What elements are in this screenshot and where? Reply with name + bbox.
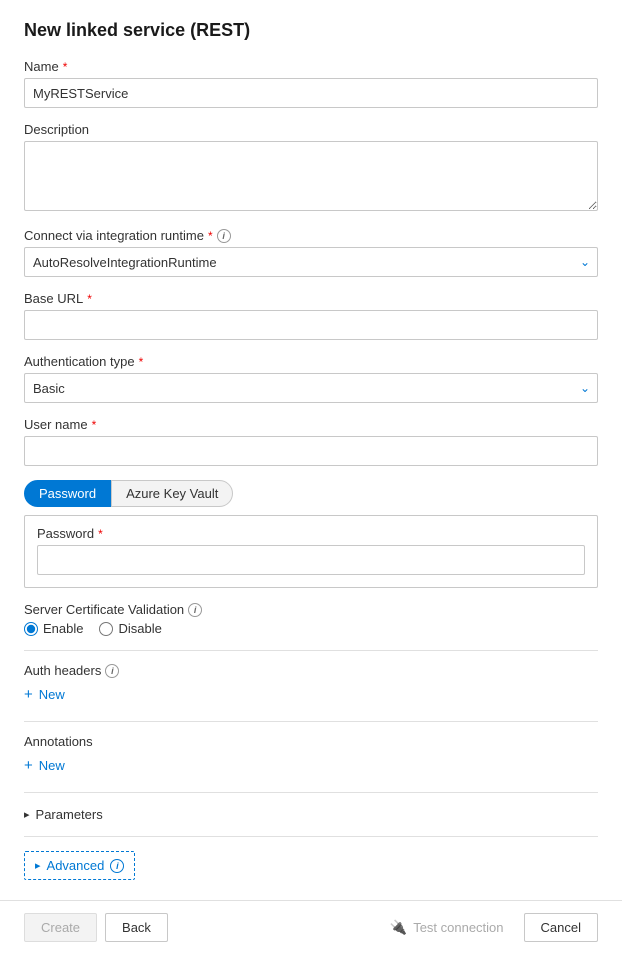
cancel-button[interactable]: Cancel (524, 913, 598, 942)
base-url-group: Base URL * (24, 291, 598, 340)
password-section: Password * (24, 515, 598, 588)
auth-type-label: Authentication type * (24, 354, 598, 369)
username-input[interactable] (24, 436, 598, 466)
integration-runtime-group: Connect via integration runtime * i Auto… (24, 228, 598, 277)
disable-radio-item[interactable]: Disable (99, 621, 161, 636)
annotations-new-button[interactable]: + New (24, 753, 65, 778)
auth-type-group: Authentication type * Basic Anonymous Cl… (24, 354, 598, 403)
username-required-star: * (92, 418, 97, 432)
base-url-label: Base URL * (24, 291, 598, 306)
parameters-section: ▸ Parameters (24, 792, 598, 826)
auth-type-select-wrapper: Basic Anonymous Client Certificate Manag… (24, 373, 598, 403)
password-tab-group: Password Azure Key Vault Password * (24, 480, 598, 588)
disable-radio-label: Disable (118, 621, 161, 636)
auth-headers-info-icon[interactable]: i (105, 664, 119, 678)
auth-type-required-star: * (139, 355, 144, 369)
auth-headers-plus-icon: + (24, 686, 33, 703)
base-url-input[interactable] (24, 310, 598, 340)
ir-select[interactable]: AutoResolveIntegrationRuntime (24, 247, 598, 277)
parameters-header[interactable]: ▸ Parameters (24, 803, 598, 826)
server-cert-label: Server Certificate Validation i (24, 602, 598, 617)
name-group: Name * (24, 59, 598, 108)
password-required-star: * (98, 527, 103, 541)
ir-required-star: * (208, 229, 213, 243)
description-label: Description (24, 122, 598, 137)
base-url-required-star: * (87, 292, 92, 306)
create-button[interactable]: Create (24, 913, 97, 942)
parameters-chevron-icon: ▸ (24, 808, 30, 821)
username-group: User name * (24, 417, 598, 466)
advanced-chevron-icon: ▸ (35, 859, 41, 872)
azure-key-vault-tab-button[interactable]: Azure Key Vault (111, 480, 233, 507)
auth-type-select[interactable]: Basic Anonymous Client Certificate Manag… (24, 373, 598, 403)
test-connection-button[interactable]: 🔌 Test connection (378, 913, 516, 942)
server-cert-radio-group: Enable Disable (24, 621, 598, 636)
password-input[interactable] (37, 545, 585, 575)
server-cert-info-icon[interactable]: i (188, 603, 202, 617)
footer: Create Back 🔌 Test connection Cancel (0, 900, 622, 954)
enable-radio-item[interactable]: Enable (24, 621, 83, 636)
name-input[interactable] (24, 78, 598, 108)
auth-headers-section: Auth headers i + New (24, 650, 598, 707)
password-label: Password * (37, 526, 585, 541)
advanced-section: ▸ Advanced i (24, 836, 598, 880)
advanced-label: Advanced (47, 858, 105, 873)
credential-tab-group: Password Azure Key Vault (24, 480, 598, 507)
ir-info-icon[interactable]: i (217, 229, 231, 243)
ir-select-wrapper: AutoResolveIntegrationRuntime ⌄ (24, 247, 598, 277)
annotations-section: Annotations + New (24, 721, 598, 778)
server-cert-group: Server Certificate Validation i Enable D… (24, 602, 598, 636)
enable-radio-input[interactable] (24, 622, 38, 636)
username-label: User name * (24, 417, 598, 432)
password-tab-button[interactable]: Password (24, 480, 111, 507)
integration-runtime-label: Connect via integration runtime * i (24, 228, 598, 243)
description-group: Description (24, 122, 598, 214)
page-title: New linked service (REST) (24, 20, 598, 41)
auth-headers-new-button[interactable]: + New (24, 682, 65, 707)
name-required-star: * (63, 60, 68, 74)
back-button[interactable]: Back (105, 913, 168, 942)
enable-radio-label: Enable (43, 621, 83, 636)
advanced-info-icon[interactable]: i (110, 859, 124, 873)
annotations-plus-icon: + (24, 757, 33, 774)
advanced-collapsible-header[interactable]: ▸ Advanced i (24, 851, 135, 880)
disable-radio-input[interactable] (99, 622, 113, 636)
description-textarea[interactable] (24, 141, 598, 211)
annotations-label: Annotations (24, 734, 598, 749)
test-connection-icon: 🔌 (390, 919, 407, 936)
name-label: Name * (24, 59, 598, 74)
auth-headers-label: Auth headers i (24, 663, 598, 678)
